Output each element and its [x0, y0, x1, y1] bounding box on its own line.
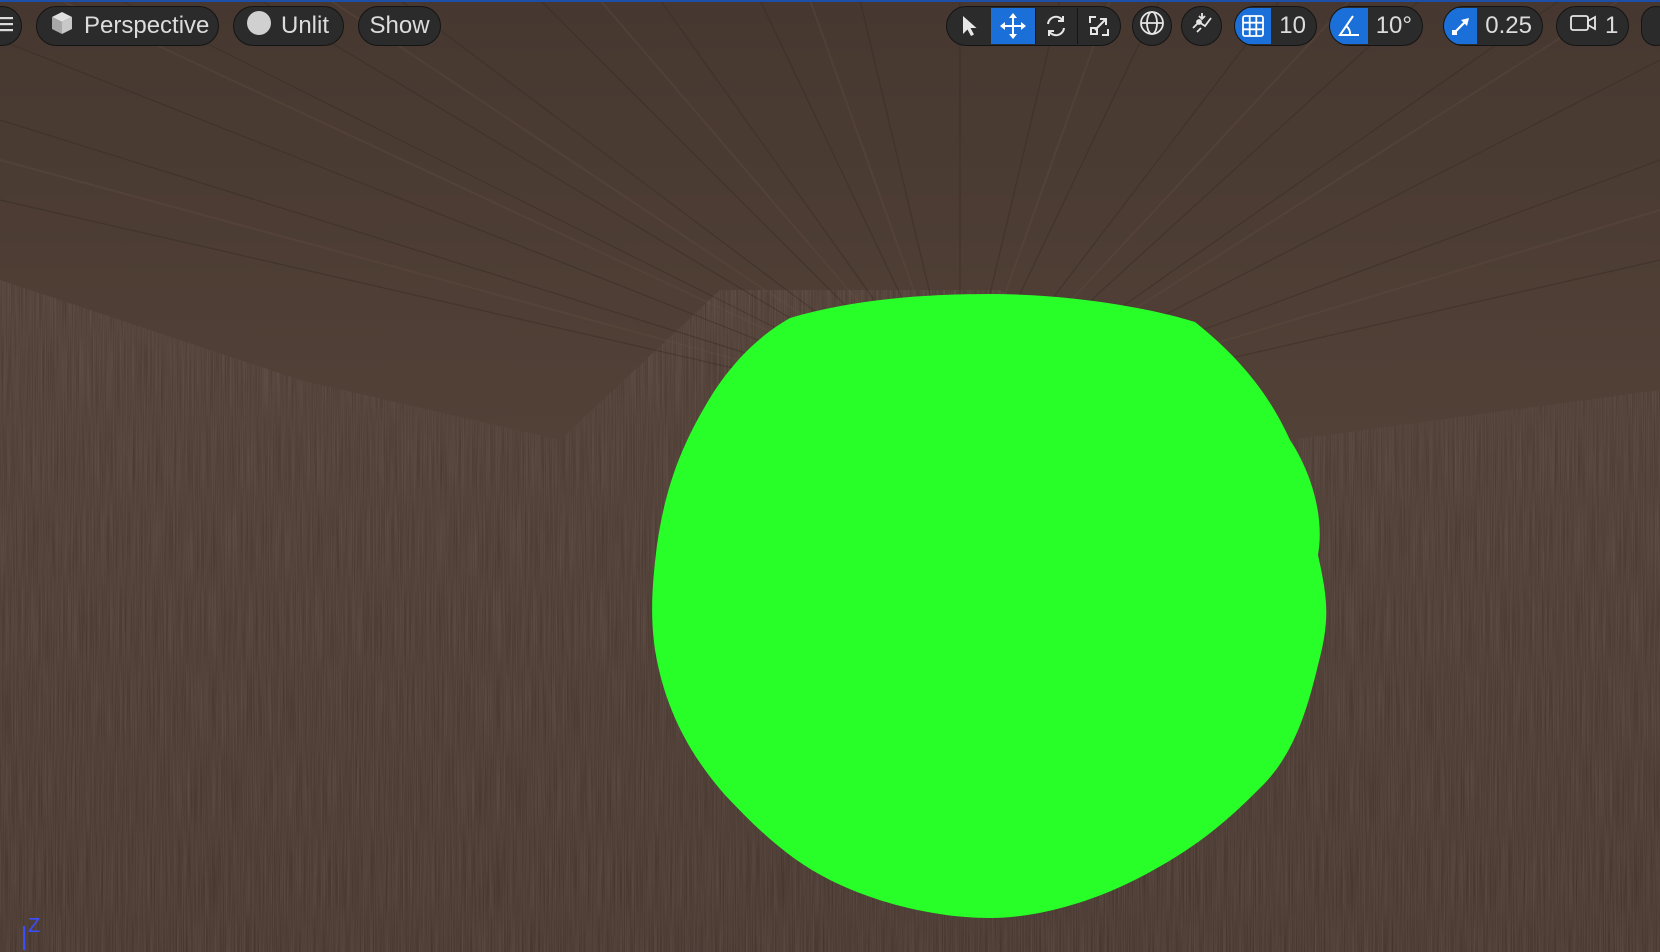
viewport-scene[interactable] [0, 0, 1660, 952]
move-arrows-icon [999, 13, 1026, 39]
show-flags-label: Show [369, 12, 430, 39]
grid-snap-toggle[interactable] [1235, 8, 1272, 44]
view-mode-button[interactable]: Perspective [36, 6, 219, 46]
scale-icon [1087, 14, 1111, 38]
camera-speed-value: 1 [1605, 12, 1619, 39]
grid-snap-group: 10 [1234, 6, 1317, 46]
hamburger-icon [0, 12, 15, 40]
camera-speed-button[interactable]: 1 [1556, 6, 1629, 46]
axis-indicator-z: Z [28, 915, 41, 937]
transform-tools-group [946, 6, 1121, 46]
sphere-icon [246, 10, 272, 43]
cube-icon [49, 10, 75, 43]
axis-indicator-line [23, 926, 25, 950]
viewport-options-button[interactable] [1641, 6, 1660, 46]
view-mode-label: Perspective [84, 12, 210, 39]
show-flags-button[interactable]: Show [358, 6, 441, 46]
video-camera-icon [1569, 12, 1597, 41]
scale-snap-value[interactable]: 0.25 [1477, 14, 1542, 38]
select-tool-button[interactable] [947, 8, 991, 44]
rotation-snap-toggle[interactable] [1330, 8, 1368, 44]
rotate-icon [1044, 14, 1068, 38]
level-viewport[interactable]: Perspective Unlit Show 10 10° 0.25 1 Z [0, 0, 1660, 952]
lighting-mode-label: Unlit [281, 12, 330, 39]
rotation-snap-value[interactable]: 10° [1368, 14, 1422, 38]
translate-tool-button[interactable] [990, 8, 1035, 44]
scale-snap-group: 0.25 [1443, 6, 1543, 46]
scale-arrow-icon [1449, 14, 1473, 38]
surface-snapping-button[interactable] [1181, 6, 1222, 46]
surface-snap-icon [1189, 10, 1215, 43]
angle-icon [1336, 13, 1362, 39]
rotate-tool-button[interactable] [1036, 8, 1078, 44]
globe-icon [1139, 10, 1165, 43]
grid-icon [1240, 13, 1266, 39]
viewport-focus-border [0, 0, 1660, 2]
lighting-mode-button[interactable]: Unlit [233, 6, 344, 46]
coordinate-space-button[interactable] [1132, 6, 1172, 46]
scale-snap-toggle[interactable] [1444, 8, 1478, 44]
grid-snap-value[interactable]: 10 [1271, 14, 1316, 38]
rotation-snap-group: 10° [1329, 6, 1423, 46]
cursor-arrow-icon [958, 14, 980, 38]
scale-tool-button[interactable] [1078, 8, 1120, 44]
